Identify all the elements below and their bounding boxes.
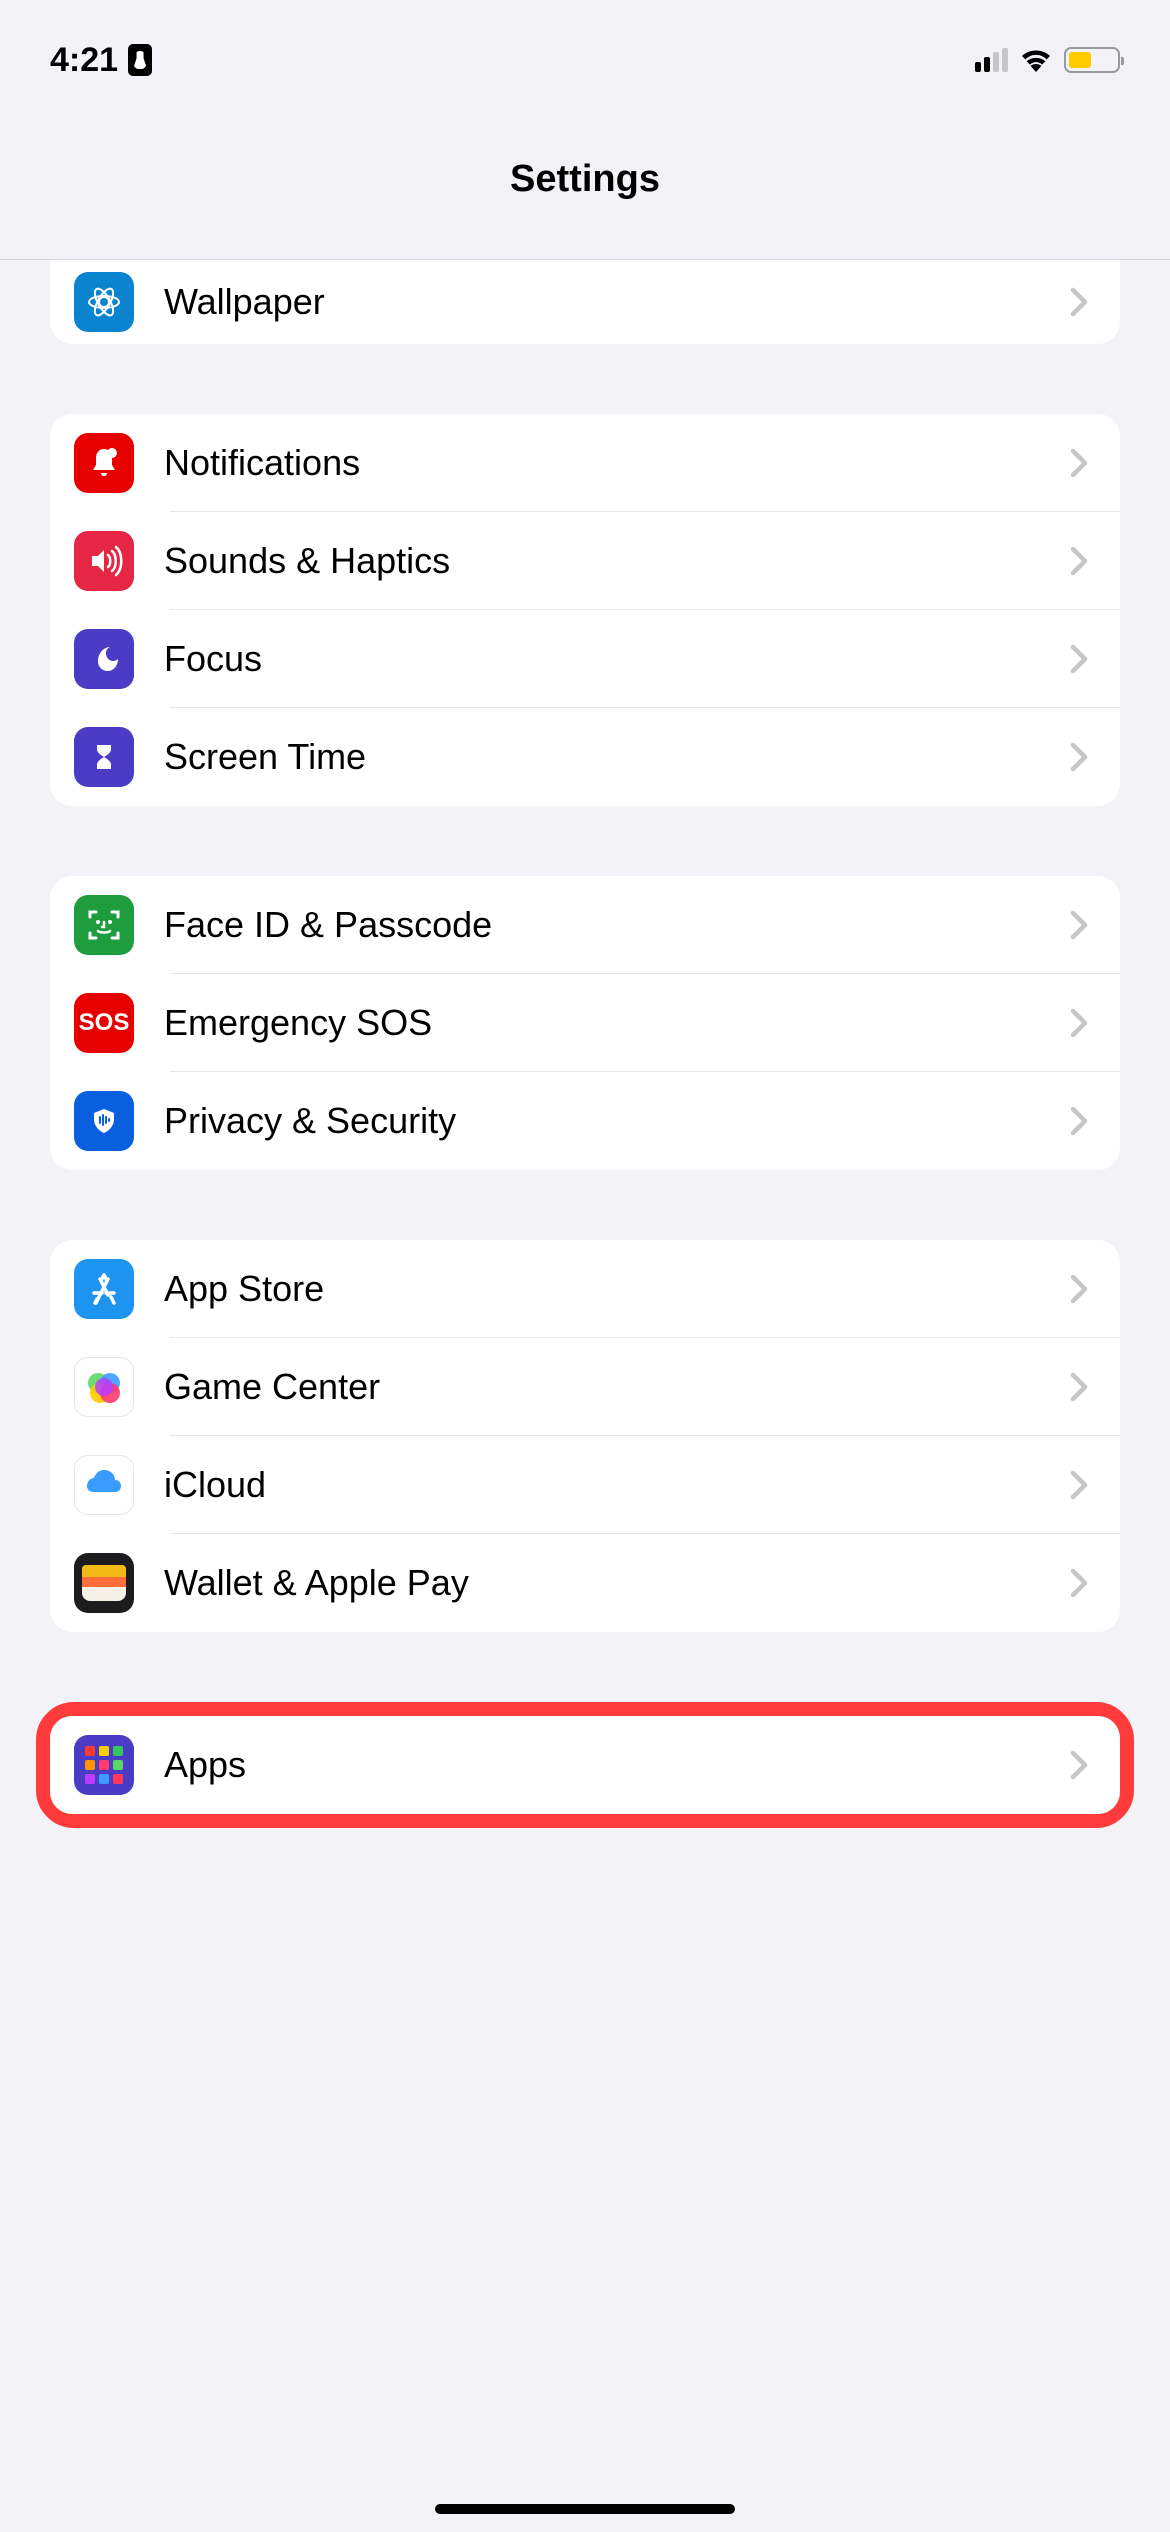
settings-row-label: Game Center [164,1366,1070,1408]
chevron-right-icon [1070,1106,1088,1136]
settings-row-sounds[interactable]: Sounds & Haptics [50,512,1120,610]
contact-card-icon [128,44,152,76]
settings-row-label: iCloud [164,1464,1070,1506]
notifications-icon [74,433,134,493]
settings-row-apps[interactable]: Apps [50,1716,1120,1814]
settings-group: App Store Game Center iCloud Wallet & Ap… [50,1240,1120,1632]
settings-row-appstore[interactable]: App Store [50,1240,1120,1338]
settings-row-label: Wallet & Apple Pay [164,1562,1070,1604]
settings-group: Apps [50,1716,1120,1814]
chevron-right-icon [1070,1274,1088,1304]
wallpaper-icon [74,272,134,332]
chevron-right-icon [1070,742,1088,772]
settings-row-notifications[interactable]: Notifications [50,414,1120,512]
navigation-header: Settings [0,100,1170,260]
sos-icon: SOS [74,993,134,1053]
settings-row-focus[interactable]: Focus [50,610,1120,708]
chevron-right-icon [1070,546,1088,576]
settings-row-faceid[interactable]: Face ID & Passcode [50,876,1120,974]
page-title: Settings [510,158,660,201]
home-indicator[interactable] [435,2504,735,2514]
chevron-right-icon [1070,910,1088,940]
faceid-icon [74,895,134,955]
chevron-right-icon [1070,1750,1088,1780]
settings-row-label: Apps [164,1744,1070,1786]
settings-row-icloud[interactable]: iCloud [50,1436,1120,1534]
focus-icon [74,629,134,689]
chevron-right-icon [1070,448,1088,478]
status-bar: 4:21 [0,0,1170,100]
settings-row-wallet[interactable]: Wallet & Apple Pay [50,1534,1120,1632]
battery-icon [1064,47,1120,73]
settings-group: Face ID & Passcode SOS Emergency SOS Pri… [50,876,1120,1170]
settings-row-label: Face ID & Passcode [164,904,1070,946]
settings-row-label: Emergency SOS [164,1002,1070,1044]
status-right [975,47,1120,73]
settings-row-label: Privacy & Security [164,1100,1070,1142]
highlighted-group: Apps [36,1702,1134,1828]
chevron-right-icon [1070,1008,1088,1038]
settings-row-screentime[interactable]: Screen Time [50,708,1120,806]
settings-row-gamecenter[interactable]: Game Center [50,1338,1120,1436]
cellular-signal-icon [975,48,1008,72]
settings-row-label: Sounds & Haptics [164,540,1070,582]
chevron-right-icon [1070,287,1088,317]
chevron-right-icon [1070,1568,1088,1598]
settings-group: Wallpaper [50,260,1120,344]
chevron-right-icon [1070,644,1088,674]
settings-row-wallpaper[interactable]: Wallpaper [50,260,1120,344]
settings-row-label: Focus [164,638,1070,680]
privacy-icon [74,1091,134,1151]
settings-row-privacy[interactable]: Privacy & Security [50,1072,1120,1170]
settings-row-sos[interactable]: SOS Emergency SOS [50,974,1120,1072]
sounds-icon [74,531,134,591]
status-left: 4:21 [50,41,152,80]
wifi-icon [1020,48,1052,72]
wallet-icon [74,1553,134,1613]
appstore-icon [74,1259,134,1319]
settings-group: Notifications Sounds & Haptics Focus Scr… [50,414,1120,806]
screentime-icon [74,727,134,787]
icloud-icon [74,1455,134,1515]
status-time: 4:21 [50,41,118,80]
settings-row-label: App Store [164,1268,1070,1310]
settings-row-label: Notifications [164,442,1070,484]
settings-row-label: Wallpaper [164,281,1070,323]
sos-text: SOS [79,1009,130,1037]
chevron-right-icon [1070,1372,1088,1402]
apps-icon [74,1735,134,1795]
gamecenter-icon [74,1357,134,1417]
settings-list[interactable]: Wallpaper Notifications Sounds & Haptics [0,260,1170,1828]
settings-row-label: Screen Time [164,736,1070,778]
chevron-right-icon [1070,1470,1088,1500]
